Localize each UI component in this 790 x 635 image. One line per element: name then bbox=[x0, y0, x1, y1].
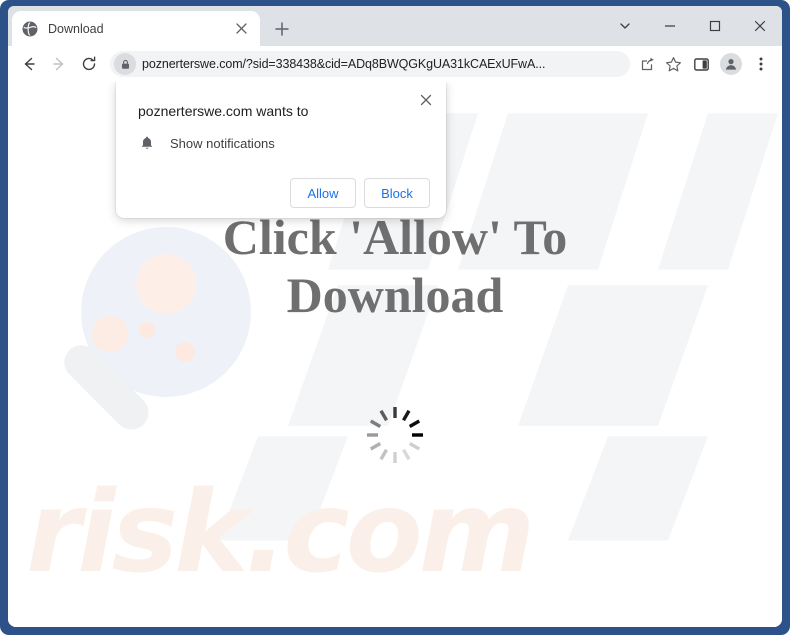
avatar[interactable] bbox=[716, 49, 746, 79]
notification-permission-dialog: poznerterswe.com wants to Show notificat… bbox=[116, 82, 446, 218]
loading-spinner-icon bbox=[367, 407, 423, 463]
close-icon[interactable] bbox=[414, 88, 438, 112]
maximize-icon[interactable] bbox=[692, 6, 737, 46]
browser-tab-download[interactable]: Download bbox=[12, 11, 260, 46]
page-title-line-2: Download bbox=[286, 267, 504, 323]
close-window-icon[interactable] bbox=[737, 6, 782, 46]
allow-button[interactable]: Allow bbox=[290, 178, 356, 208]
watermark-text: risk.com bbox=[26, 468, 535, 598]
page-title: Click 'Allow' To Download bbox=[8, 208, 782, 324]
minimize-icon[interactable] bbox=[647, 6, 692, 46]
browser-toolbar: poznerterswe.com/?sid=338438&cid=ADq8BWQ… bbox=[8, 46, 782, 82]
avatar-icon bbox=[720, 53, 742, 75]
forward-button bbox=[44, 49, 74, 79]
reload-button[interactable] bbox=[74, 49, 104, 79]
three-dot-menu-icon[interactable] bbox=[746, 49, 776, 79]
side-panel-icon[interactable] bbox=[686, 49, 716, 79]
block-button[interactable]: Block bbox=[364, 178, 430, 208]
tab-title: Download bbox=[48, 21, 104, 36]
lock-icon[interactable] bbox=[114, 53, 136, 75]
new-tab-button[interactable] bbox=[270, 17, 294, 41]
bell-icon bbox=[138, 134, 156, 152]
chevron-down-icon[interactable] bbox=[602, 6, 647, 46]
page-viewport: risk.com Click 'Allow' To Download pozne… bbox=[8, 82, 782, 627]
globe-icon bbox=[22, 21, 38, 37]
browser-window-inner: Download poznerterswe.com/?sid=338438&ci… bbox=[8, 6, 782, 627]
permission-label: Show notifications bbox=[170, 135, 275, 151]
star-icon[interactable] bbox=[660, 51, 686, 77]
close-icon[interactable] bbox=[232, 20, 250, 38]
tab-strip: Download bbox=[8, 6, 782, 46]
address-bar[interactable]: poznerterswe.com/?sid=338438&cid=ADq8BWQ… bbox=[110, 51, 630, 77]
permission-dialog-actions: Allow Block bbox=[132, 178, 430, 208]
back-button[interactable] bbox=[14, 49, 44, 79]
permission-row: Show notifications bbox=[138, 134, 430, 152]
permission-dialog-title: poznerterswe.com wants to bbox=[138, 103, 309, 119]
url-text: poznerterswe.com/?sid=338438&cid=ADq8BWQ… bbox=[142, 57, 546, 71]
browser-window: Download poznerterswe.com/?sid=338438&ci… bbox=[0, 0, 790, 635]
window-controls bbox=[602, 6, 782, 46]
share-icon[interactable] bbox=[634, 51, 660, 77]
